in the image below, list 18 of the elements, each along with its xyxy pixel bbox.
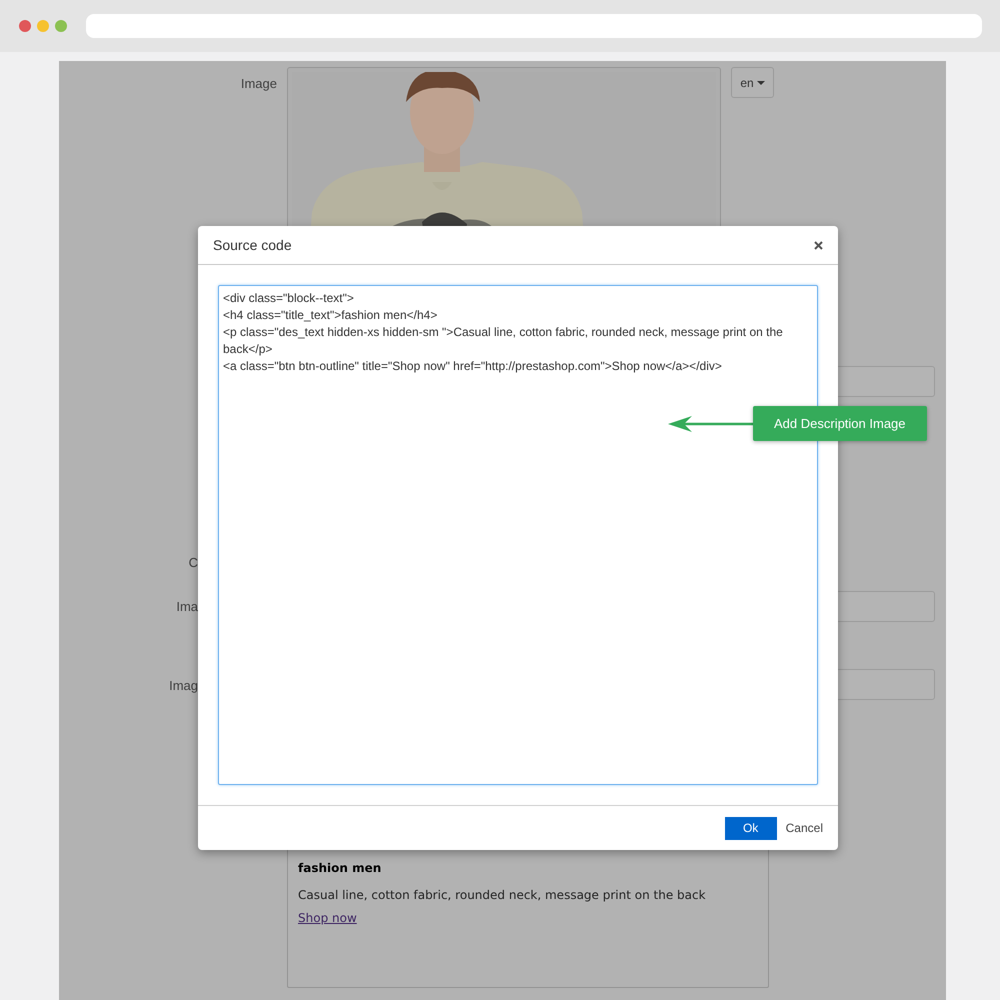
field-label: Ima <box>175 598 199 616</box>
preview-text: Casual line, cotton fabric, rounded neck, message print on the back <box>298 888 707 902</box>
close-icon[interactable] <box>814 240 823 250</box>
field-label: Image <box>240 75 278 91</box>
preview-heading: fashion men <box>298 861 382 875</box>
field-label: C <box>188 554 199 572</box>
ok-button[interactable]: Ok <box>724 816 777 840</box>
minimize-dot-icon[interactable] <box>37 20 49 32</box>
caret-icon <box>756 80 765 84</box>
field-label: Imag <box>168 677 199 695</box>
annotation-label: Add Description Image <box>753 406 927 441</box>
maximize-dot-icon[interactable] <box>55 20 67 32</box>
language-dropdown[interactable]: en <box>731 67 774 98</box>
shop-now-link[interactable]: Shop now <box>298 911 357 925</box>
dialog-title: Source code <box>213 237 292 253</box>
cancel-button[interactable]: Cancel <box>786 821 823 835</box>
address-bar[interactable] <box>86 14 982 38</box>
close-dot-icon[interactable] <box>19 20 31 32</box>
